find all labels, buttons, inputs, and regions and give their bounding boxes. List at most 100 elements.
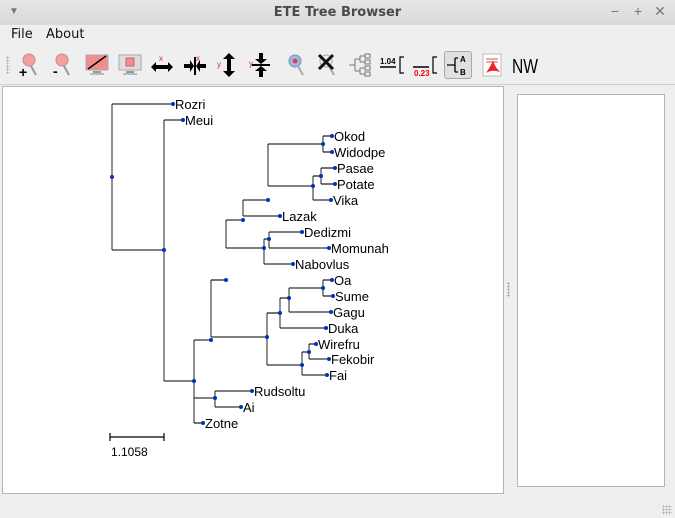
panel-splitter[interactable] [504, 86, 514, 492]
splitter-handle-icon [507, 282, 510, 298]
svg-text:0.23: 0.23 [414, 69, 430, 77]
expand-x-button[interactable]: x [148, 51, 176, 79]
leaf-label: Fekobir [331, 352, 375, 367]
search-node-icon [288, 54, 304, 76]
svg-text:B: B [460, 68, 466, 77]
internal-node[interactable] [278, 311, 282, 315]
internal-node[interactable] [213, 396, 217, 400]
minimize-icon[interactable]: − [607, 3, 623, 19]
internal-node[interactable] [265, 335, 269, 339]
fit-region-icon [118, 54, 142, 75]
branch-length-button[interactable]: 1.04 [378, 51, 406, 79]
tree-view: RozriMeui OkodWidodpePasaePotateVika Lazak… [109, 97, 389, 459]
menu-bar: File About [0, 25, 675, 45]
clear-search-button[interactable] [313, 51, 341, 79]
force-topology-button[interactable] [346, 51, 374, 79]
svg-text:A: A [460, 55, 466, 64]
leaf-label: Okod [334, 129, 365, 144]
internal-node[interactable] [300, 363, 304, 367]
leaf-label: Rozri [175, 97, 205, 112]
zoom-in-button[interactable]: + [14, 51, 42, 79]
expand-y-icon: y [217, 53, 235, 77]
shrink-x-button[interactable]: x [181, 51, 209, 79]
svg-text:y: y [217, 60, 221, 69]
internal-node[interactable] [224, 278, 228, 282]
export-pdf-button[interactable] [478, 51, 506, 79]
leaf-label: Sume [335, 289, 369, 304]
internal-node[interactable] [319, 174, 323, 178]
shrink-x-icon: x [184, 54, 206, 75]
size-grip-icon[interactable] [662, 505, 672, 515]
clear-search-icon [317, 53, 335, 76]
internal-node[interactable] [162, 248, 166, 252]
svg-text:1.04: 1.04 [380, 57, 396, 66]
leaf-label: Widodpe [334, 145, 385, 160]
leaf-label: Nabovlus [295, 257, 350, 272]
leaf-label: Wirefru [318, 337, 360, 352]
leaf-label: Gagu [333, 305, 365, 320]
leaf-label: Ai [243, 400, 255, 415]
menu-about[interactable]: About [46, 27, 84, 42]
leaf-label: Lazak [282, 209, 317, 224]
leaf-label: Duka [328, 321, 359, 336]
zoom-in-icon: + [19, 53, 37, 78]
internal-node[interactable] [287, 296, 291, 300]
internal-node[interactable] [241, 218, 245, 222]
toolbar-grip[interactable] [6, 56, 10, 74]
internal-node[interactable] [307, 350, 311, 354]
scale-label: 1.1058 [111, 445, 148, 459]
leaf-label: Rudsoltu [254, 384, 305, 399]
leaf-label: Potate [337, 177, 375, 192]
tree-canvas[interactable]: Rozri Meui Okod Widodpe Pasae Potate Vika Lazak… [2, 86, 504, 494]
shrink-y-button[interactable]: y [247, 51, 275, 79]
leaf-label: Momunah [331, 241, 389, 256]
fit-window-button[interactable] [83, 51, 111, 79]
svg-text:y: y [249, 59, 253, 68]
branch-length-icon: 1.04 [380, 56, 404, 74]
svg-text:NW: NW [512, 56, 538, 78]
leaf-label: Pasae [337, 161, 374, 176]
leaf-names-icon: AB [447, 55, 466, 77]
newick-button[interactable]: NW [511, 51, 539, 79]
title-bar: ▼ ETE Tree Browser − + ✕ [0, 0, 675, 26]
zoom-out-button[interactable]: - [47, 51, 75, 79]
leaf-label: Dedizmi [304, 225, 351, 240]
toolbar: + - x x y y 1.04 0.23 AB NW [0, 46, 675, 85]
svg-text:-: - [53, 63, 58, 78]
fit-region-button[interactable] [116, 51, 144, 79]
internal-node[interactable] [266, 198, 270, 202]
maximize-icon[interactable]: + [630, 3, 646, 19]
topology-icon [349, 53, 371, 77]
leaf-label: Vika [333, 193, 359, 208]
close-icon[interactable]: ✕ [652, 3, 668, 20]
leaf-label: Zotne [205, 416, 238, 431]
internal-node[interactable] [192, 379, 196, 383]
internal-node[interactable] [209, 338, 213, 342]
branch-support-icon: 0.23 [413, 56, 437, 77]
leaf-label: Fai [329, 368, 347, 383]
svg-text:x: x [196, 54, 200, 63]
newick-icon: NW [512, 56, 538, 78]
internal-node[interactable] [321, 286, 325, 290]
expand-y-button[interactable]: y [214, 51, 242, 79]
expand-x-icon: x [151, 54, 173, 72]
internal-node[interactable] [321, 142, 325, 146]
internal-node[interactable] [267, 237, 271, 241]
internal-node[interactable] [311, 184, 315, 188]
leaf-label: Meui [185, 113, 213, 128]
branch-support-button[interactable]: 0.23 [411, 51, 439, 79]
shrink-y-icon: y [249, 53, 270, 77]
fit-window-icon [85, 54, 109, 75]
leaf-label: Oa [334, 273, 352, 288]
svg-text:+: + [19, 64, 27, 78]
svg-text:x: x [159, 54, 163, 63]
pdf-icon [482, 53, 502, 77]
properties-panel [517, 94, 665, 487]
internal-node[interactable] [110, 175, 114, 179]
search-node-button[interactable] [282, 51, 310, 79]
leaf-names-button[interactable]: AB [444, 51, 472, 79]
window-title: ETE Tree Browser [273, 5, 402, 20]
internal-node[interactable] [262, 246, 266, 250]
menu-file[interactable]: File [11, 27, 33, 42]
zoom-out-icon: - [53, 53, 70, 78]
